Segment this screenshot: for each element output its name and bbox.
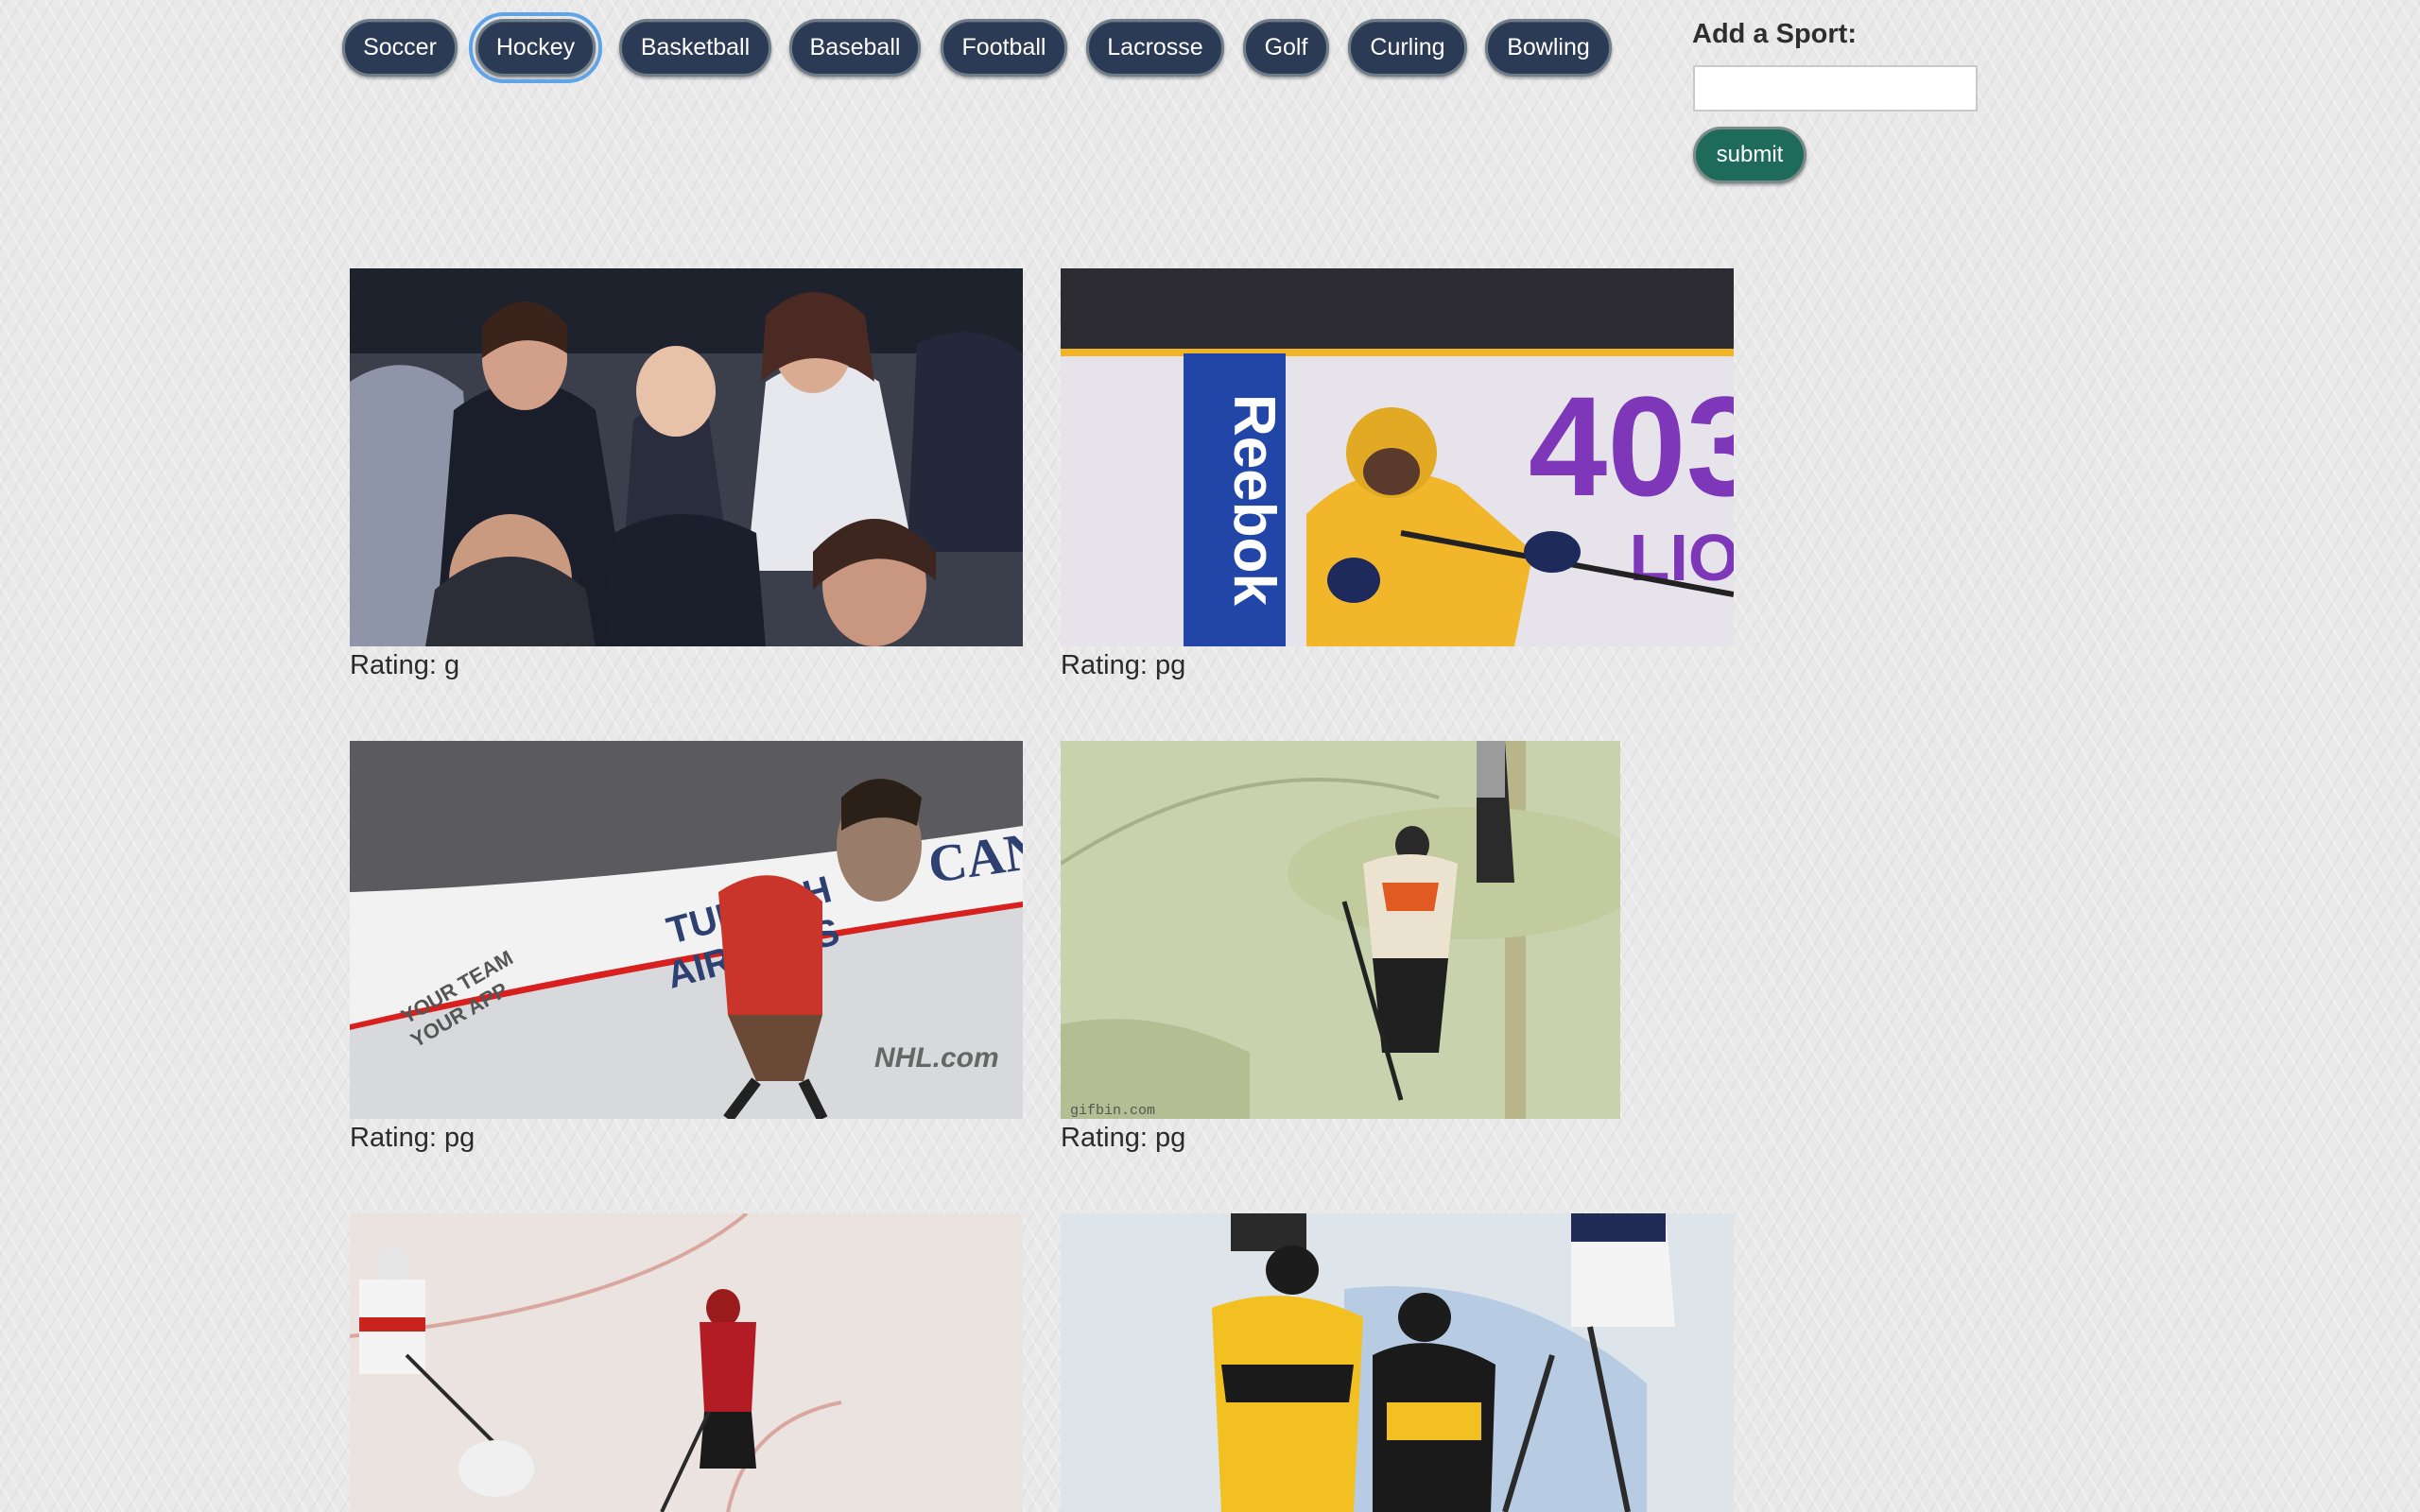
gif-image-ice-play[interactable] — [350, 1213, 1023, 1512]
gif-watermark: gifbin.com — [1070, 1103, 1155, 1119]
sport-button-bowling[interactable]: Bowling — [1485, 19, 1612, 77]
gif-rating: Rating: g — [350, 650, 460, 680]
sport-button-soccer[interactable]: Soccer — [342, 19, 458, 77]
gif-rating: Rating: pg — [1061, 650, 1186, 680]
sport-button-baseball[interactable]: Baseball — [789, 19, 921, 77]
gif-image-crowd[interactable] — [350, 268, 1023, 646]
sport-button-curling[interactable]: Curling — [1348, 19, 1467, 77]
gif-signage-reebok: Reebok — [1221, 394, 1287, 606]
add-sport-input[interactable] — [1693, 65, 1978, 112]
gif-image-player-boards[interactable]: Reebok 403 LIO — [1061, 268, 1734, 646]
submit-button[interactable]: submit — [1693, 127, 1806, 183]
gif-signage-nhl: NHL.com — [874, 1042, 999, 1074]
gif-rating: Rating: pg — [350, 1123, 475, 1153]
sport-button-football[interactable]: Football — [941, 19, 1067, 77]
sport-button-golf[interactable]: Golf — [1243, 19, 1329, 77]
sport-button-lacrosse[interactable]: Lacrosse — [1086, 19, 1224, 77]
gif-image-ice-referee[interactable]: gifbin.com — [1061, 741, 1620, 1119]
add-sport-label: Add a Sport: — [1692, 19, 1857, 49]
gif-signage-number: 403 — [1529, 367, 1734, 525]
gif-image-celebration[interactable] — [1061, 1213, 1734, 1512]
gif-image-mascot-corner[interactable]: TURKISH AIRLINES CAN YOUR TEAM YOUR APP … — [350, 741, 1023, 1119]
sport-button-basketball[interactable]: Basketball — [619, 19, 771, 77]
gif-rating: Rating: pg — [1061, 1123, 1186, 1153]
sport-button-hockey[interactable]: Hockey — [469, 12, 602, 83]
